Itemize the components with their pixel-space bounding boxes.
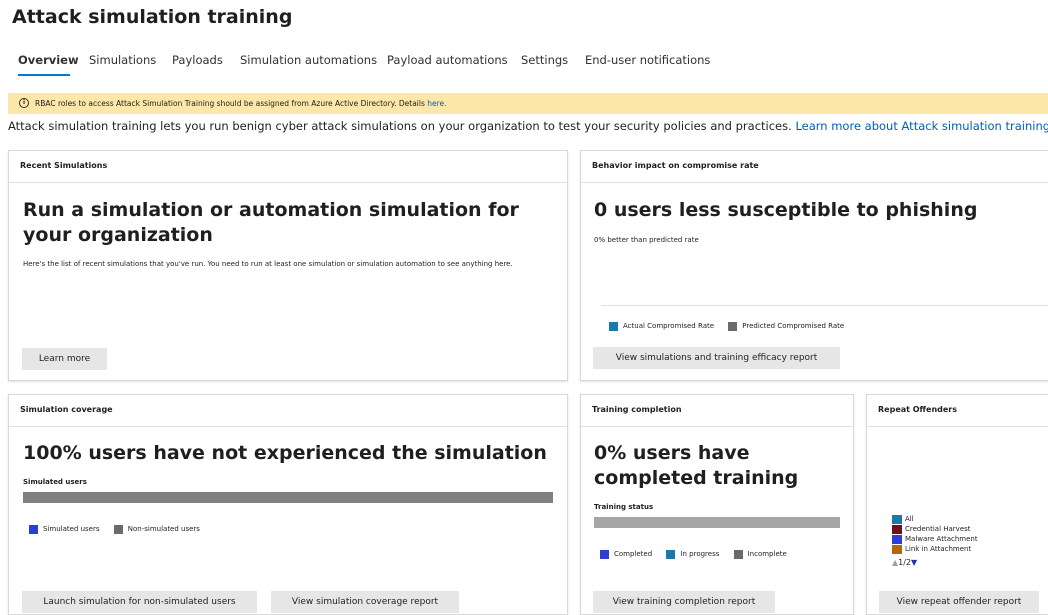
simulation-coverage-card: Simulation coverage 100% users have not … [8, 394, 568, 615]
training-status-label: Training status [594, 503, 654, 511]
recent-simulations-headline: Run a simulation or automation simulatio… [23, 199, 519, 246]
in-progress-swatch [666, 549, 676, 559]
intro-description: Attack simulation training lets you run … [8, 119, 792, 133]
legend-label: Completed [614, 550, 653, 558]
tab-end-user-notifications[interactable]: End-user notifications [585, 53, 710, 67]
view-training-report-button[interactable]: View training completion report [593, 591, 775, 613]
incomplete-swatch [733, 549, 743, 559]
card-title: Simulation coverage [20, 405, 113, 414]
legend-all: All [892, 514, 978, 524]
all-swatch [892, 514, 902, 524]
simulation-coverage-bar [23, 492, 553, 503]
tab-payload-automations[interactable]: Payload automations [387, 53, 508, 67]
card-title: Behavior impact on compromise rate [592, 161, 759, 170]
behavior-impact-headline: 0 users less susceptible to phishing [594, 199, 978, 221]
legend-predicted-rate: Predicted Compromised Rate [728, 321, 844, 331]
tab-simulations[interactable]: Simulations [89, 53, 156, 67]
legend-label: Non-simulated users [127, 525, 200, 533]
legend-actual-rate: Actual Compromised Rate [609, 321, 714, 331]
learn-more-button[interactable]: Learn more [22, 348, 107, 370]
card-title: Repeat Offenders [878, 405, 958, 414]
simulated-users-label: Simulated users [23, 478, 87, 486]
legend-label: Actual Compromised Rate [623, 322, 715, 330]
coverage-legend: Simulated users Non-simulated users [29, 524, 212, 534]
tab-overview[interactable]: Overview [18, 53, 79, 67]
learn-more-link[interactable]: Learn more about Attack simulation train… [795, 119, 1048, 133]
pager-down-icon[interactable]: ▼ [911, 558, 917, 567]
pager-label: 1/2 [898, 558, 912, 567]
training-legend: Completed In progress Incomplete [600, 549, 799, 559]
legend-in-progress: In progress [666, 549, 719, 559]
card-header: Repeat Offenders [867, 395, 1048, 427]
repeat-offenders-card: Repeat Offenders All Credential Harvest … [866, 394, 1048, 615]
legend-pager: ▲1/2▼ [892, 558, 917, 567]
behavior-impact-card: Behavior impact on compromise rate 0 use… [580, 150, 1048, 381]
legend-malware-attachment: Malware Attachment [892, 534, 978, 544]
repeat-offenders-legend: All Credential Harvest Malware Attachmen… [892, 514, 978, 554]
legend-non-simulated: Non-simulated users [113, 524, 200, 534]
card-header: Behavior impact on compromise rate [581, 151, 1048, 183]
view-coverage-report-button[interactable]: View simulation coverage report [271, 591, 459, 613]
actual-rate-swatch [609, 321, 618, 331]
behavior-impact-subtext: 0% better than predicted rate [594, 236, 699, 244]
behavior-legend: Actual Compromised Rate Predicted Compro… [609, 321, 856, 331]
non-simulated-swatch [113, 524, 123, 534]
card-title: Recent Simulations [20, 161, 108, 170]
notice-text: RBAC roles to access Attack Simulation T… [35, 93, 447, 114]
credential-harvest-swatch [892, 524, 902, 534]
simulation-coverage-headline: 100% users have not experienced the simu… [23, 442, 547, 464]
recent-simulations-description: Here's the list of recent simulations th… [23, 260, 513, 268]
intro-text: Attack simulation training lets you run … [8, 119, 1048, 133]
training-completion-card: Training completion 0% users have comple… [580, 394, 854, 615]
info-icon: i [19, 98, 29, 108]
legend-label: All [905, 515, 914, 523]
notice-details-link[interactable]: here. [427, 99, 446, 108]
card-header: Simulation coverage [9, 395, 567, 427]
recent-simulations-card: Recent Simulations Run a simulation or a… [8, 150, 568, 381]
training-status-bar [594, 517, 840, 528]
launch-simulation-button[interactable]: Launch simulation for non-simulated user… [22, 591, 257, 613]
legend-completed: Completed [600, 549, 652, 559]
rbac-notice-banner: i RBAC roles to access Attack Simulation… [8, 93, 1048, 114]
legend-label: In progress [680, 550, 720, 558]
tab-simulation-automations[interactable]: Simulation automations [240, 53, 377, 67]
legend-label: Simulated users [43, 525, 100, 533]
tab-settings[interactable]: Settings [521, 53, 568, 67]
notice-message: RBAC roles to access Attack Simulation T… [35, 99, 425, 108]
legend-label: Predicted Compromised Rate [742, 322, 845, 330]
simulated-swatch [29, 524, 38, 534]
training-completion-headline: 0% users have completed training [594, 442, 799, 489]
completed-swatch [600, 549, 609, 559]
legend-simulated: Simulated users [29, 524, 100, 534]
link-in-attachment-swatch [892, 544, 902, 554]
card-header: Recent Simulations [9, 151, 567, 183]
view-efficacy-report-button[interactable]: View simulations and training efficacy r… [593, 347, 840, 369]
legend-credential-harvest: Credential Harvest [892, 524, 978, 534]
legend-label: Malware Attachment [905, 535, 978, 543]
legend-label: Credential Harvest [905, 525, 971, 533]
chart-baseline [601, 305, 1048, 306]
legend-incomplete: Incomplete [733, 549, 787, 559]
view-repeat-offender-report-button[interactable]: View repeat offender report [879, 591, 1039, 613]
card-title: Training completion [592, 405, 682, 414]
card-header: Training completion [581, 395, 853, 427]
active-tab-indicator [18, 74, 70, 76]
predicted-rate-swatch [728, 321, 738, 331]
legend-label: Incomplete [747, 550, 787, 558]
page-title: Attack simulation training [12, 6, 293, 28]
legend-link-in-attachment: Link in Attachment [892, 544, 978, 554]
malware-attachment-swatch [892, 534, 902, 544]
legend-label: Link in Attachment [905, 545, 972, 553]
tab-payloads[interactable]: Payloads [172, 53, 223, 67]
